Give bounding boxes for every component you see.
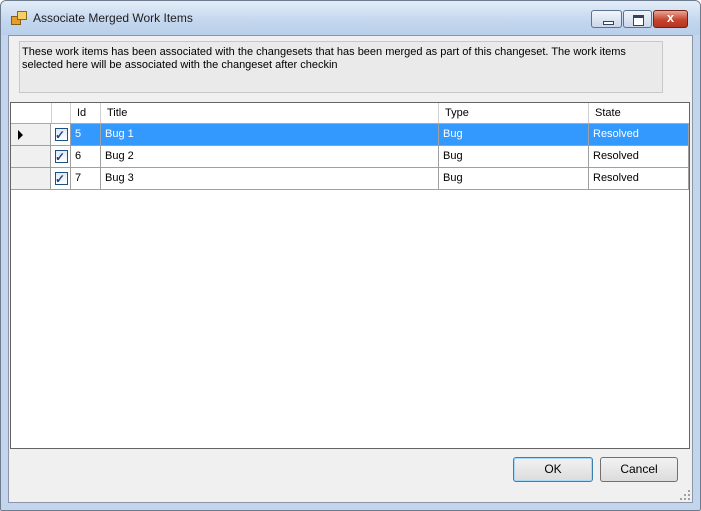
ok-button[interactable]: OK (513, 457, 593, 482)
work-items-grid[interactable]: Id Title Type State ✓ 5 Bug 1 Bug Resolv… (10, 102, 690, 449)
row-checkbox[interactable]: ✓ (55, 150, 68, 164)
cell-type[interactable]: Bug (439, 146, 589, 168)
current-row-arrow-icon (18, 130, 23, 140)
checkmark-icon: ✓ (55, 128, 66, 142)
row-checkbox-cell[interactable]: ✓ (51, 146, 71, 168)
window-title: Associate Merged Work Items (33, 11, 193, 25)
grid-header: Id Title Type State (11, 103, 689, 124)
column-header-title[interactable]: Title (101, 103, 439, 123)
table-row[interactable]: ✓ 7 Bug 3 Bug Resolved (11, 168, 689, 190)
cell-state[interactable]: Resolved (589, 146, 689, 168)
row-header[interactable] (11, 124, 51, 146)
column-header-type[interactable]: Type (439, 103, 589, 123)
row-checkbox[interactable]: ✓ (55, 172, 68, 186)
minimize-icon (603, 21, 614, 25)
close-button[interactable]: x (653, 10, 688, 28)
cell-state[interactable]: Resolved (589, 168, 689, 190)
row-checkbox-cell[interactable]: ✓ (51, 168, 71, 190)
maximize-button[interactable] (623, 10, 652, 28)
dialog-window: Associate Merged Work Items x These work… (0, 0, 701, 511)
cancel-button[interactable]: Cancel (600, 457, 678, 482)
table-row[interactable]: ✓ 6 Bug 2 Bug Resolved (11, 146, 689, 168)
cell-title[interactable]: Bug 1 (101, 124, 439, 146)
cell-id[interactable]: 5 (71, 124, 101, 146)
dialog-client-area: These work items has been associated wit… (8, 35, 693, 503)
row-header[interactable] (11, 146, 51, 168)
cell-id[interactable]: 6 (71, 146, 101, 168)
column-header-check[interactable] (51, 103, 71, 123)
cell-state[interactable]: Resolved (589, 124, 689, 146)
merged-work-items-icon (11, 11, 27, 25)
checkmark-icon: ✓ (55, 150, 66, 164)
row-header-corner (11, 103, 52, 123)
resize-grip-icon[interactable] (680, 490, 690, 500)
description-text: These work items has been associated wit… (19, 41, 663, 93)
cell-type[interactable]: Bug (439, 168, 589, 190)
row-header[interactable] (11, 168, 51, 190)
checkmark-icon: ✓ (55, 172, 66, 186)
close-icon: x (666, 10, 675, 25)
cell-title[interactable]: Bug 2 (101, 146, 439, 168)
cell-title[interactable]: Bug 3 (101, 168, 439, 190)
cell-type[interactable]: Bug (439, 124, 589, 146)
column-header-state[interactable]: State (589, 103, 689, 123)
title-bar[interactable]: Associate Merged Work Items x (1, 1, 700, 35)
row-checkbox[interactable]: ✓ (55, 128, 68, 142)
cell-id[interactable]: 7 (71, 168, 101, 190)
row-checkbox-cell[interactable]: ✓ (51, 124, 71, 146)
column-header-id[interactable]: Id (71, 103, 101, 123)
maximize-icon (633, 15, 644, 26)
table-row[interactable]: ✓ 5 Bug 1 Bug Resolved (11, 124, 689, 146)
minimize-button[interactable] (591, 10, 622, 28)
